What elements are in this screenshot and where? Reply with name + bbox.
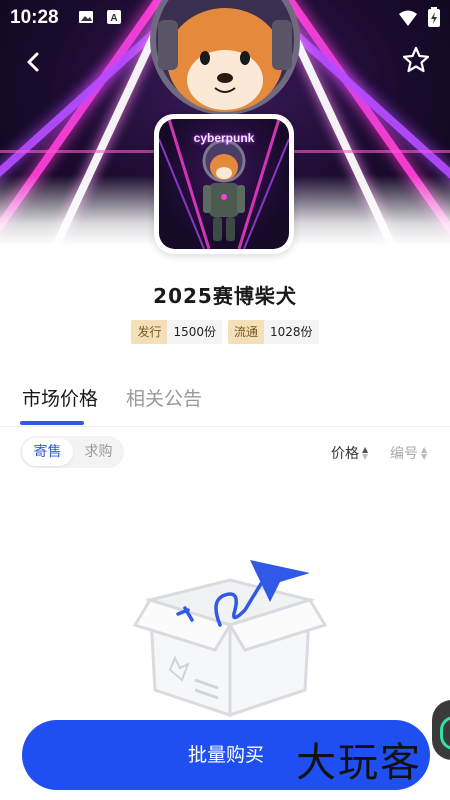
tab-market-price[interactable]: 市场价格 xyxy=(22,384,98,411)
status-time: 10:28 xyxy=(10,7,59,28)
consign-buy-toggle: 寄售 求购 xyxy=(20,436,124,468)
circulation-badge: 流通 1028份 xyxy=(228,320,319,344)
collection-thumbnail: cyberpunk xyxy=(154,114,294,254)
watermark-logo: 大玩客 xyxy=(296,740,422,786)
collection-title: 2025赛博柴犬 xyxy=(153,284,297,308)
collection-stats: 发行 1500份 流通 1028份 xyxy=(0,320,450,344)
sort-by-price[interactable]: 价格 ▲ ▼ xyxy=(331,443,368,463)
segment-consign[interactable]: 寄售 xyxy=(22,438,73,466)
empty-box-illustration xyxy=(132,560,328,718)
sort-by-number[interactable]: 编号 ▲ ▼ xyxy=(390,443,427,463)
sort-arrows-icon: ▲ ▼ xyxy=(421,445,428,461)
gallery-icon xyxy=(79,11,93,23)
back-arrow-icon[interactable] xyxy=(18,46,50,78)
issue-badge: 发行 1500份 xyxy=(131,320,222,344)
tab-bar: 市场价格 相关公告 xyxy=(22,384,202,411)
sort-arrows-icon: ▲ ▼ xyxy=(362,445,369,461)
keyboard-icon: A xyxy=(107,10,121,24)
tab-announcements[interactable]: 相关公告 xyxy=(126,384,202,411)
circulation-label: 流通 xyxy=(228,320,265,344)
circulation-value: 1028份 xyxy=(264,320,319,344)
active-tab-indicator xyxy=(20,421,84,425)
sort-price-label: 价格 xyxy=(331,446,359,462)
tab-divider xyxy=(0,426,450,427)
sort-number-label: 编号 xyxy=(390,446,418,462)
thumbnail-artwork: cyberpunk xyxy=(159,119,289,249)
status-bar: 10:28 A xyxy=(0,0,450,36)
issue-value: 1500份 xyxy=(167,320,222,344)
svg-text:A: A xyxy=(110,13,117,24)
thumbnail-caption: cyberpunk xyxy=(193,131,255,145)
side-tab-icon xyxy=(440,716,450,750)
floating-side-tab[interactable] xyxy=(432,700,450,760)
wifi-icon xyxy=(399,10,417,26)
issue-label: 发行 xyxy=(131,320,168,344)
battery-icon xyxy=(428,7,440,27)
favorite-star-icon[interactable] xyxy=(400,44,432,76)
segment-buy-request[interactable]: 求购 xyxy=(73,438,124,466)
